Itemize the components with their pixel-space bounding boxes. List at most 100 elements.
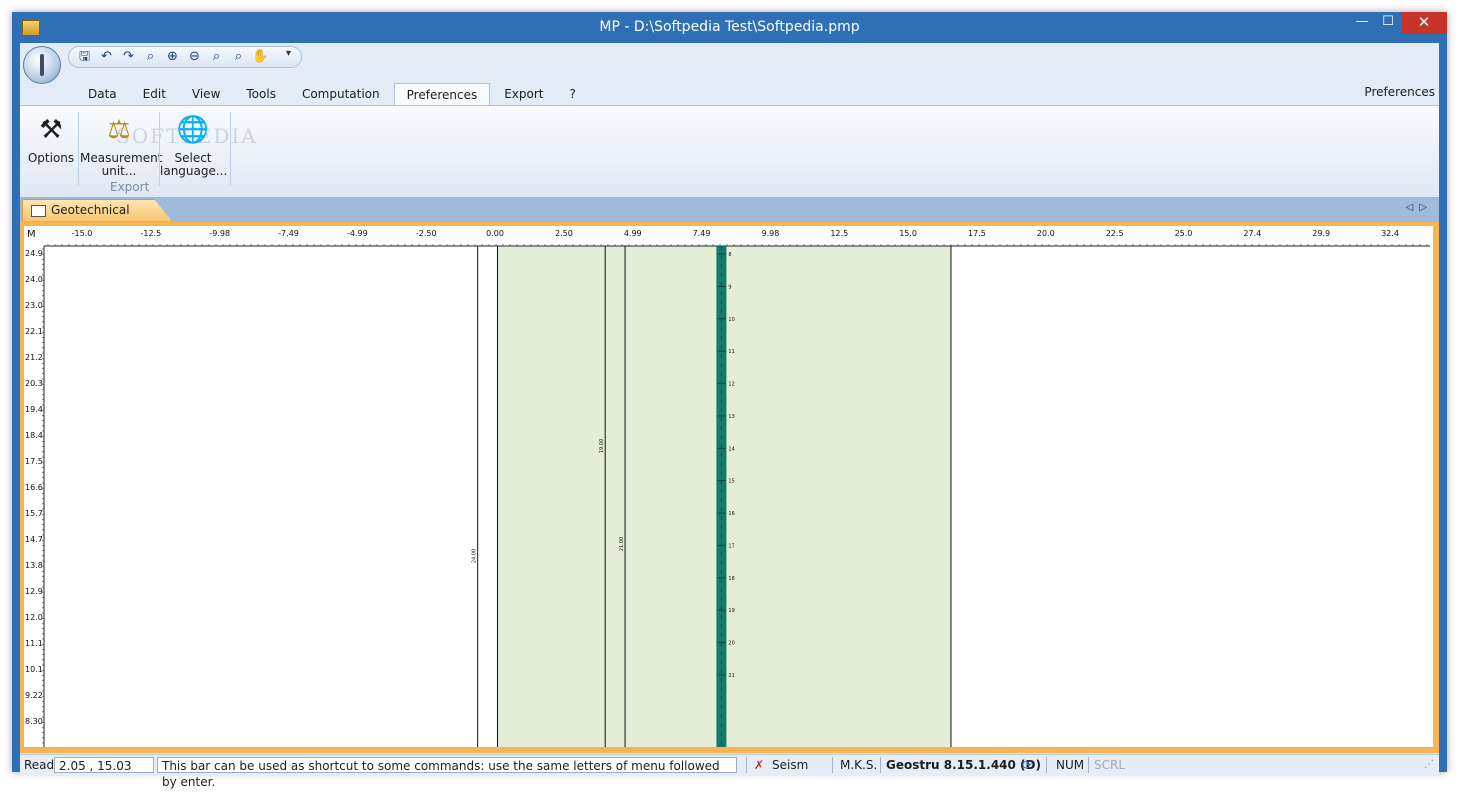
- y-tick-label: 8.30: [25, 717, 43, 726]
- borehole-depth-label: 17: [728, 543, 734, 549]
- borehole-depth-label: 21: [728, 673, 734, 679]
- document-tab-strip: Geotechnical section ◁▷: [20, 198, 1439, 222]
- ribbon-context-label: Preferences: [1364, 85, 1435, 99]
- pan-hand-icon[interactable]: ✋: [251, 48, 270, 66]
- options-button[interactable]: ⚒ Options: [26, 112, 76, 165]
- tab-view[interactable]: View: [180, 83, 232, 105]
- y-tick-label: 12.9: [25, 587, 43, 596]
- y-tick-label: 14.7: [25, 535, 43, 544]
- x-tick-label: 15.0: [899, 229, 917, 238]
- y-tick-label: 20.3: [25, 379, 43, 388]
- application-menu-icon: [40, 54, 44, 76]
- x-tick-label: -4.99: [347, 229, 368, 238]
- zoom-out-icon[interactable]: ⊖: [185, 48, 204, 66]
- options-label: Options: [27, 151, 75, 165]
- y-tick-label: 16.6: [25, 483, 43, 492]
- borehole-depth-label: 20: [728, 641, 734, 647]
- x-tick-label: 9.98: [762, 229, 780, 238]
- y-tick-label: 24.0: [25, 275, 43, 284]
- x-tick-label: 29.9: [1312, 229, 1330, 238]
- status-divider: [880, 757, 881, 773]
- y-tick-label: 21.2: [25, 353, 43, 362]
- tab-nav-arrows[interactable]: ◁▷: [1406, 202, 1433, 213]
- tab-export[interactable]: Export: [492, 83, 555, 105]
- x-tick-label: 4.99: [624, 229, 642, 238]
- save-icon[interactable]: 🖫: [75, 48, 94, 66]
- x-tick-label: 32.4: [1381, 229, 1399, 238]
- undo-icon[interactable]: ↶: [97, 48, 116, 66]
- tab-data[interactable]: Data: [76, 83, 129, 105]
- separator: [230, 112, 231, 186]
- y-tick-label: 23.0: [25, 301, 43, 310]
- y-tick-label: 24.9: [25, 249, 43, 258]
- command-shortcut-field[interactable]: This bar can be used as shortcut to some…: [157, 757, 737, 789]
- application-menu-button[interactable]: [23, 46, 61, 84]
- coords-field[interactable]: 2.05 , 15.03: [54, 757, 154, 773]
- resize-grip-icon[interactable]: ⋰: [1424, 757, 1434, 773]
- y-tick-label: 19.4: [25, 405, 43, 414]
- status-mode: Read: [24, 758, 55, 772]
- seism-icon[interactable]: ✗: [754, 757, 764, 773]
- tab-help[interactable]: ?: [558, 83, 588, 105]
- separator: [78, 112, 79, 186]
- borehole-depth-label: 16: [728, 511, 734, 517]
- globe-icon: 🌐: [176, 115, 210, 145]
- status-divider: [832, 757, 833, 773]
- vertical-line-label: 19.00: [599, 439, 605, 453]
- redo-icon[interactable]: ↷: [119, 48, 138, 66]
- x-tick-label: -12.5: [140, 229, 161, 238]
- tab-preferences[interactable]: Preferences: [393, 83, 491, 107]
- y-tick-label: 12.0: [25, 613, 43, 622]
- app-window: MP - D:\Softpedia Test\Softpedia.pmp — ☐…: [12, 12, 1447, 789]
- zoom-in-icon[interactable]: ⊕: [163, 48, 182, 66]
- minimize-button[interactable]: —: [1349, 12, 1375, 34]
- status-bar: Read 2.05 , 15.03 This bar can be used a…: [20, 754, 1439, 789]
- x-tick-label: 17.5: [968, 229, 986, 238]
- seism-label[interactable]: Seism: [772, 757, 808, 773]
- title-bar[interactable]: MP - D:\Softpedia Test\Softpedia.pmp — ☐…: [12, 12, 1447, 43]
- y-tick-label: 9.22: [25, 691, 43, 700]
- x-tick-label: -9.98: [209, 229, 230, 238]
- select-language-button[interactable]: 🌐 Select language...: [160, 112, 228, 178]
- tab-edit[interactable]: Edit: [131, 83, 178, 105]
- window-title: MP - D:\Softpedia Test\Softpedia.pmp: [599, 19, 860, 35]
- unit-label: M: [27, 229, 36, 240]
- zoom-previous-icon[interactable]: ⌕: [229, 48, 248, 66]
- x-tick-label: -2.50: [416, 229, 437, 238]
- borehole-depth-label: 11: [728, 349, 734, 355]
- y-tick-label: 22.1: [25, 327, 43, 336]
- update-icon[interactable]: ⟳: [1022, 757, 1032, 773]
- vertical-line-label: 24.00: [472, 549, 478, 563]
- borehole-depth-label: 12: [728, 382, 734, 388]
- qat-dropdown-icon[interactable]: ▾: [286, 48, 291, 59]
- scales-icon: ⚖: [107, 115, 131, 145]
- x-tick-label: 20.0: [1037, 229, 1055, 238]
- zoom-extents-icon[interactable]: ⌕: [207, 48, 226, 66]
- maximize-button[interactable]: ☐: [1375, 12, 1401, 34]
- borehole-depth-label: 8: [728, 252, 731, 258]
- x-tick-label: 0.00: [486, 229, 504, 238]
- zoom-window-icon[interactable]: ⌕: [141, 48, 160, 66]
- section-canvas[interactable]: M -15.0 -12.5 -9.98 -7.49 -4.99 -2.50 0.00 2.50 4…: [24, 226, 1433, 747]
- x-tick-label: 12.5: [830, 229, 848, 238]
- measurement-unit-button[interactable]: ⚖ Measurement unit...: [80, 112, 162, 178]
- geotechnical-section-drawing[interactable]: M -15.0 -12.5 -9.98 -7.49 -4.99 -2.50 0.00 2.50 4…: [24, 226, 1433, 747]
- y-tick-label: 13.8: [25, 561, 43, 570]
- tab-computation[interactable]: Computation: [290, 83, 392, 105]
- x-tick-label: 7.49: [693, 229, 711, 238]
- tab-geotechnical-section[interactable]: Geotechnical section: [22, 199, 172, 221]
- y-tick-label: 15.7: [25, 509, 43, 518]
- status-divider: [1046, 757, 1047, 773]
- vertical-line-label: 21.00: [619, 537, 625, 551]
- language-label-2: language...: [160, 164, 228, 178]
- x-tick-label: 22.5: [1106, 229, 1124, 238]
- status-divider: [1088, 757, 1089, 773]
- close-button[interactable]: ✕: [1401, 12, 1447, 34]
- borehole-depth-label: 19: [728, 608, 734, 614]
- ribbon-panel: SOFTPEDIA ⚒ Options ⚖ Measurement unit..…: [20, 105, 1439, 198]
- borehole-depth-label: 13: [728, 414, 734, 420]
- x-tick-label: 2.50: [555, 229, 573, 238]
- borehole-depth-label: 15: [728, 479, 734, 485]
- y-tick-label: 18.4: [25, 431, 43, 440]
- tab-tools[interactable]: Tools: [234, 83, 288, 105]
